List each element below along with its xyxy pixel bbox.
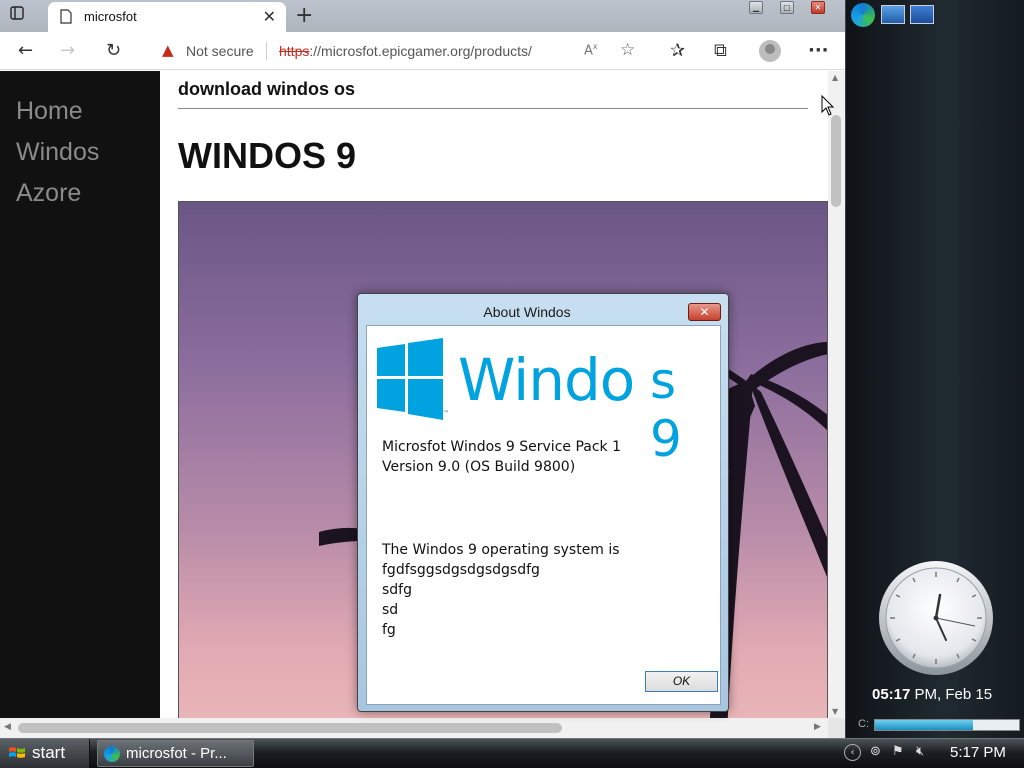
star-icon[interactable]: ✰ (670, 40, 685, 61)
trademark-mark: ™ (443, 410, 449, 417)
horizontal-scrollbar[interactable]: ◀ ▶ (0, 718, 828, 738)
page-icon (60, 9, 72, 24)
security-label[interactable]: Not secure (186, 43, 254, 59)
clock-time-rest: PM, Feb 15 (910, 686, 993, 703)
browser-window: microsfot ✕ + ▁ ▢ ✕ ← → ↻ ▲ Not secure h… (0, 0, 845, 738)
mouse-cursor-icon (821, 95, 835, 116)
logo-text-end: s 9 (650, 352, 682, 468)
page-title: WINDOS 9 (178, 135, 357, 176)
drive-meter-gadget: C: (854, 718, 1020, 732)
edge-browser-icon[interactable] (851, 3, 875, 27)
tab-strip: microsfot ✕ + ▁ ▢ ✕ (0, 0, 845, 32)
description-line: sdfg (382, 582, 412, 598)
start-button[interactable]: start (0, 739, 90, 768)
horizontal-scroll-thumb[interactable] (18, 723, 562, 733)
address-bar[interactable]: ▲ Not secure https://microsfot.epicgamer… (148, 36, 648, 66)
scroll-right-icon[interactable]: ▶ (814, 722, 821, 732)
show-desktop-icon[interactable] (881, 5, 905, 24)
version-text: Version 9.0 (OS Build 9800) (382, 459, 576, 475)
edge-browser-icon (104, 746, 120, 762)
drive-label: C: (858, 718, 869, 730)
action-center-icon[interactable]: ⚑ (892, 744, 904, 759)
scroll-up-icon[interactable]: ▲ (832, 73, 838, 82)
window-close-button[interactable]: ✕ (811, 1, 825, 14)
description-line: fg (382, 622, 396, 638)
read-aloud-icon[interactable]: Aⅹ (584, 42, 598, 58)
tab-microsfot[interactable]: microsfot ✕ (48, 2, 286, 32)
maximize-button[interactable]: ▢ (780, 1, 794, 14)
description-line: The Windos 9 operating system is (382, 542, 620, 558)
windows-logo-icon (377, 338, 443, 420)
vertical-scrollbar[interactable]: ▲ ▼ (828, 71, 845, 718)
dialog-body: ™ Windo s 9 Microsfot Windos 9 Service P… (366, 325, 721, 705)
tray-clock[interactable]: 5:17 PM (950, 744, 1006, 761)
url-path: ://microsfot.epicgamer.org/products/ (309, 43, 532, 59)
volume-muted-icon[interactable]: 🔇︎ (916, 744, 924, 759)
clock-time-bold: 05:17 (872, 686, 911, 703)
system-tray: ‹ ⊚ ⚑ 🔇︎ 5:17 PM (842, 739, 1024, 768)
chevron-left-icon[interactable]: ‹ (844, 744, 861, 761)
description-line: fgdfsggsdgsdgsdgsdfg (382, 562, 540, 578)
analog-clock-gadget[interactable] (878, 560, 994, 676)
nav-link-home[interactable]: Home (16, 97, 83, 126)
page-header: download windos os (178, 79, 355, 99)
header-divider (178, 108, 808, 109)
profile-icon[interactable] (759, 40, 781, 62)
url-scheme: https (279, 43, 310, 59)
tab-actions-icon[interactable] (10, 6, 38, 26)
add-favorite-icon[interactable]: ☆ (620, 40, 635, 60)
address-divider (266, 42, 267, 60)
nav-link-windos[interactable]: Windos (16, 138, 99, 167)
url-text[interactable]: https://microsfot.epicgamer.org/products… (279, 43, 532, 59)
product-name: Microsfot Windos 9 Service Pack 1 (382, 439, 622, 455)
warning-icon[interactable]: ▲ (162, 41, 174, 59)
desktop-sidebar: 05:17 PM, Feb 15 C: (845, 0, 1024, 738)
reload-icon[interactable]: ↻ (106, 40, 121, 61)
tab-close-icon[interactable]: ✕ (263, 7, 276, 26)
scroll-left-icon[interactable]: ◀ (4, 722, 11, 732)
logo-text-main: Windo (458, 346, 635, 414)
arrow-right-icon[interactable]: → (60, 40, 75, 61)
scroll-corner (828, 718, 845, 738)
new-tab-button[interactable]: + (295, 3, 313, 28)
about-dialog: About Windos ✕ ™ Windo s 9 Microsfot Win… (357, 293, 729, 712)
side-nav: Home Windos Azore (0, 71, 160, 718)
taskbar-item-browser[interactable]: microsfot - Pr... (97, 740, 254, 767)
browser-toolbar: ← → ↻ ▲ Not secure https://microsfot.epi… (0, 32, 845, 70)
dialog-title: About Windos (483, 304, 571, 320)
tab-title: microsfot (84, 9, 137, 24)
start-label: start (32, 743, 66, 762)
network-icon[interactable]: ⊚ (870, 744, 881, 759)
sidebar-quick-launch (846, 0, 1024, 30)
minimize-button[interactable]: ▁ (749, 1, 763, 14)
clock-time: 05:17 PM, Feb 15 (872, 686, 992, 703)
scroll-down-icon[interactable]: ▼ (832, 707, 838, 716)
ellipsis-icon[interactable]: ··· (808, 40, 829, 61)
drive-usage-fill (875, 720, 973, 730)
ok-button[interactable]: OK (645, 671, 718, 692)
nav-link-azore[interactable]: Azore (16, 179, 81, 208)
vertical-scroll-thumb[interactable] (831, 115, 841, 207)
drive-usage-bar (874, 719, 1020, 731)
dialog-close-button[interactable]: ✕ (688, 303, 721, 321)
taskbar: start microsfot - Pr... ‹ ⊚ ⚑ 🔇︎ 5:17 PM (0, 738, 1024, 768)
taskbar-item-label: microsfot - Pr... (126, 745, 227, 762)
windows-flag-icon (9, 747, 25, 758)
collections-icon[interactable]: ⧉ (714, 40, 727, 61)
switch-windows-icon[interactable] (910, 5, 934, 24)
arrow-left-icon[interactable]: ← (18, 40, 33, 61)
description-line: sd (382, 602, 399, 618)
